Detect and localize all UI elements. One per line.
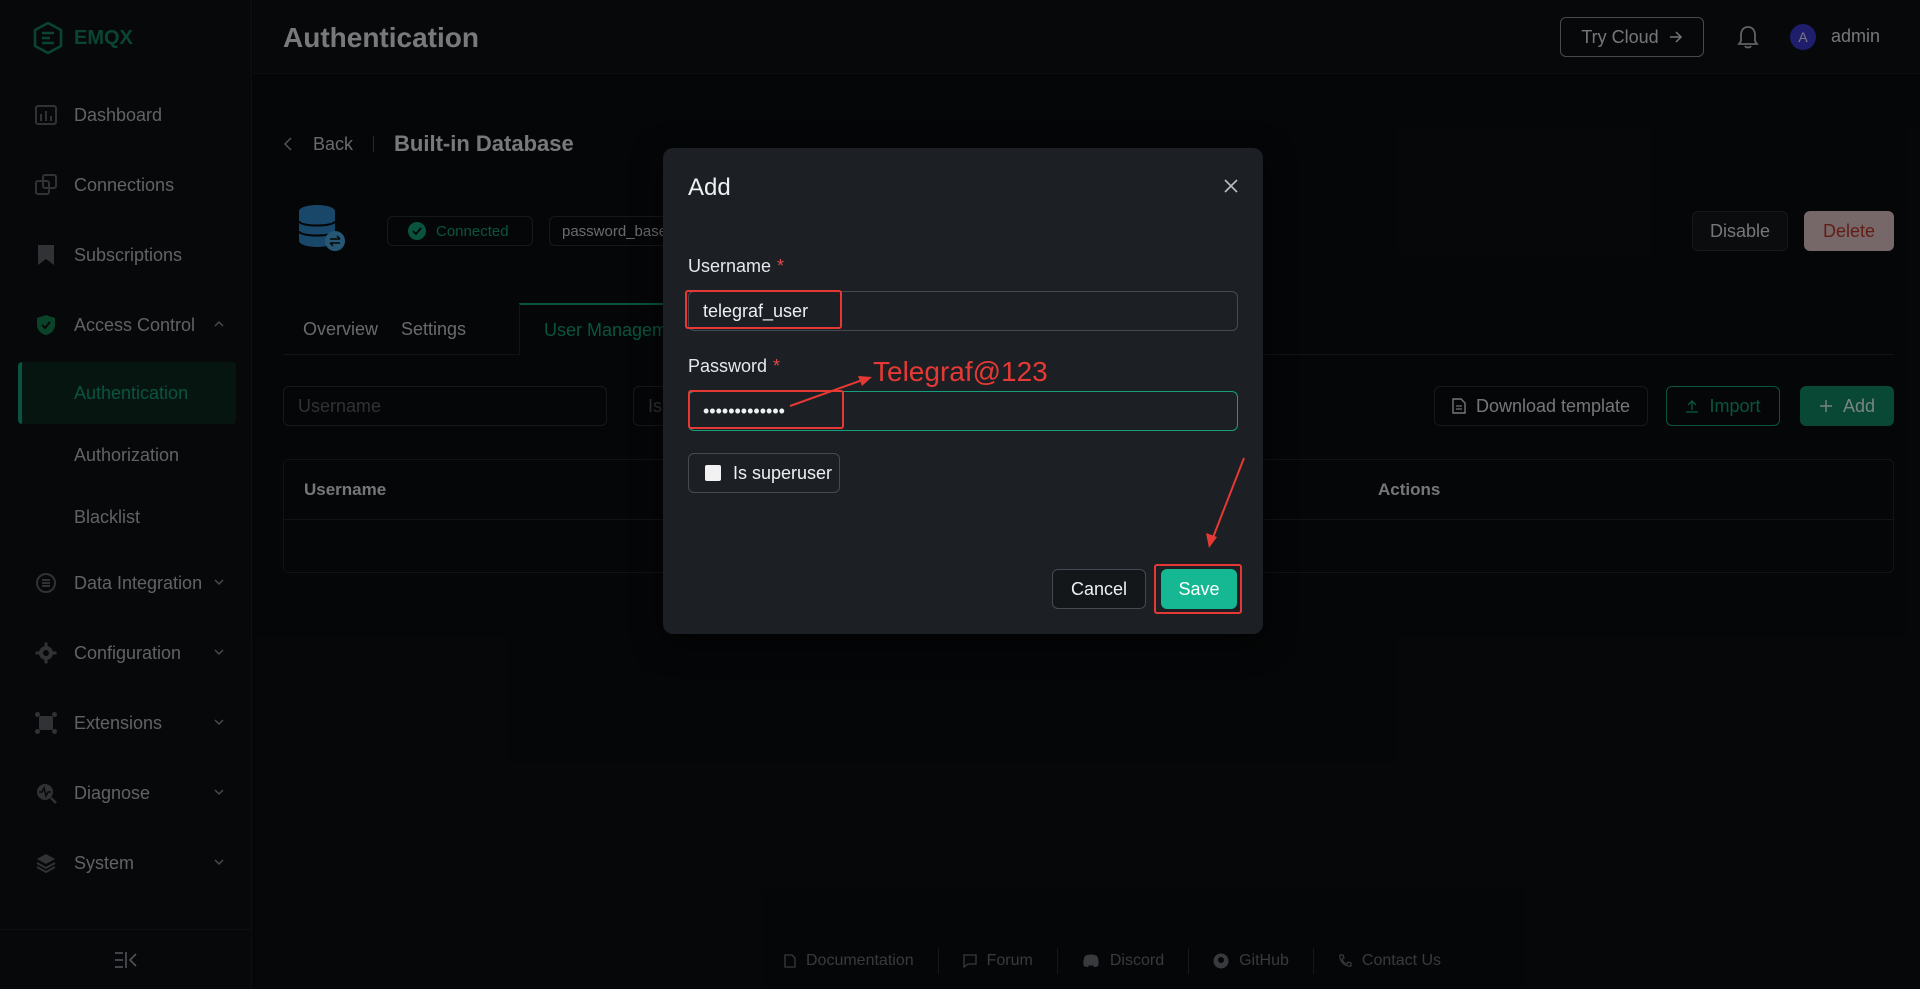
- superuser-label: Is superuser: [733, 462, 833, 483]
- password-label: Password *: [688, 356, 780, 377]
- annotation-box-password: [688, 390, 844, 429]
- superuser-checkbox[interactable]: Is superuser: [688, 453, 840, 493]
- close-icon[interactable]: [1221, 176, 1241, 196]
- username-label: Username *: [688, 256, 784, 277]
- required-asterisk: *: [773, 356, 781, 376]
- required-asterisk: *: [777, 256, 785, 276]
- cancel-button[interactable]: Cancel: [1052, 569, 1146, 609]
- annotation-box-save: [1154, 564, 1242, 614]
- annotation-box-username: [685, 290, 842, 329]
- checkbox-box[interactable]: [705, 465, 721, 481]
- password-label-text: Password: [688, 356, 768, 376]
- username-label-text: Username: [688, 256, 772, 276]
- dialog-title: Add: [688, 174, 731, 201]
- annotation-password-text: Telegraf@123: [873, 356, 1048, 387]
